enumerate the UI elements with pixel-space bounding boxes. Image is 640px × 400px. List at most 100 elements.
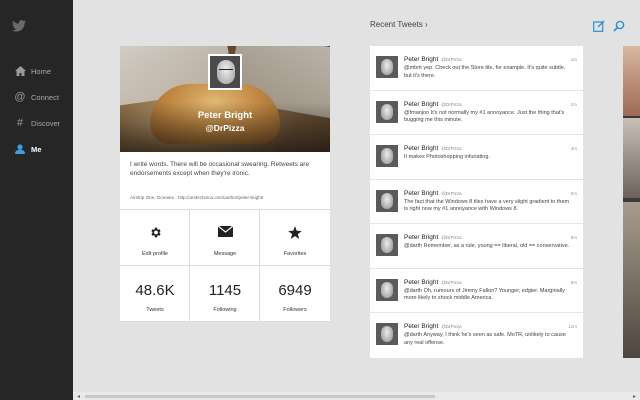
avatar[interactable] <box>208 54 242 90</box>
tweet-text: It makes Photoshopping infuriating. <box>404 154 490 160</box>
at-icon: @ <box>14 91 26 103</box>
sidebar-item-label: Home <box>31 66 52 76</box>
edit-profile-button[interactable]: Edit profile <box>120 210 190 266</box>
stat-label: Following <box>213 307 237 313</box>
tweet-author: Peter Bright @DrPizza <box>404 234 462 241</box>
stat-label: Tweets <box>146 307 164 313</box>
stat-value: 6949 <box>278 282 312 299</box>
envelope-icon <box>190 226 260 237</box>
top-actions <box>593 20 625 32</box>
tweet-author: Peter Bright @DrPizza <box>404 323 462 330</box>
tweet-author-handle: @DrPizza <box>441 101 462 107</box>
tweet-item[interactable]: Peter Bright @DrPizza 5m The fact that th… <box>370 180 583 224</box>
tweet-time: 4m <box>570 146 577 151</box>
tweet-author-handle: @DrPizza <box>441 324 462 329</box>
tweet-time: 1m <box>570 57 577 62</box>
sidebar-item-discover[interactable]: # Discover <box>0 110 73 136</box>
gear-icon <box>120 226 190 239</box>
tweet-time: 12m <box>568 324 577 329</box>
scroll-right-arrow[interactable]: ▸ <box>633 393 636 400</box>
sidebar-nav: Home @ Connect # Discover Me <box>0 58 73 162</box>
tweet-item[interactable]: Peter Bright @DrPizza 1m @mbrit yep. Chec… <box>370 46 583 91</box>
sidebar-item-connect[interactable]: @ Connect <box>0 84 73 110</box>
tweet-author-name: Peter Bright <box>404 100 439 108</box>
stat-following[interactable]: 1145 Following <box>190 266 260 322</box>
avatar[interactable] <box>376 56 398 78</box>
stat-label: Followers <box>283 307 307 313</box>
tweet-author-name: Peter Bright <box>404 278 439 286</box>
tweet-author: Peter Bright @DrPizza <box>404 145 462 152</box>
recent-tweets-list: Peter Bright @DrPizza 1m @mbrit yep. Chec… <box>370 46 583 358</box>
sidebar: Home @ Connect # Discover Me <box>0 0 73 400</box>
tweet-time: 9m <box>570 279 577 285</box>
profile-banner-image: Peter Bright @DrPizza <box>120 46 330 152</box>
tweet-author-name: Peter Bright <box>404 189 439 197</box>
stat-value: 1145 <box>208 282 242 299</box>
sidebar-item-me[interactable]: Me <box>0 136 73 162</box>
tweet-author: Peter Bright @DrPizza <box>404 190 462 197</box>
avatar[interactable] <box>376 100 398 123</box>
tweet-text: @darth Remember, as a rule, young == lib… <box>404 243 570 249</box>
profile-handle: @DrPizza <box>205 123 245 133</box>
tweet-text: @fmanjoo It's not normally my #1 annoyan… <box>404 109 565 124</box>
tweet-item[interactable]: Peter Bright @DrPizza 2m @fmanjoo It's no… <box>370 91 583 135</box>
tweet-author-handle: @DrPizza <box>441 279 462 285</box>
tweet-item[interactable]: Peter Bright @DrPizza 4m It makes Photosh… <box>370 135 583 180</box>
tweet-author: Peter Bright @DrPizza <box>404 279 462 286</box>
tweet-author-name: Peter Bright <box>404 234 439 241</box>
tweet-author-handle: @DrPizza <box>441 190 462 196</box>
avatar[interactable] <box>376 323 398 345</box>
sidebar-item-label: Connect <box>31 92 59 102</box>
tweet-author-handle: @DrPizza <box>441 235 462 240</box>
tweet-time: 5m <box>570 190 577 196</box>
tweet-author-handle: @DrPizza <box>441 57 462 62</box>
action-label: Edit profile <box>142 251 168 257</box>
scrollbar-thumb[interactable] <box>85 395 435 398</box>
tweet-author-handle: @DrPizza <box>441 146 462 151</box>
tweet-item[interactable]: Peter Bright @DrPizza 8m @darth Remember,… <box>370 224 583 269</box>
horizontal-scrollbar[interactable]: ◂ ▸ <box>73 392 640 400</box>
scroll-left-arrow[interactable]: ◂ <box>77 393 80 400</box>
tweet-text: @mbrit yep. Check out the Store tile, fo… <box>404 65 566 79</box>
action-label: Favorites <box>283 251 307 257</box>
tweet-author: Peter Bright @DrPizza <box>404 56 462 63</box>
tweet-item[interactable]: Peter Bright @DrPizza 12m @darth Anyway, … <box>370 313 583 358</box>
avatar[interactable] <box>376 234 398 256</box>
profile-actions-grid: Edit profile Message Favorites 48.6K Twe… <box>120 209 330 322</box>
twitter-bird-icon[interactable] <box>12 20 26 32</box>
tweet-author: Peter Bright @DrPizza <box>404 101 462 108</box>
tweet-item[interactable]: Peter Bright @DrPizza 9m @darth Oh, rumou… <box>370 269 583 313</box>
home-icon <box>14 65 26 77</box>
profile-bio: I write words. There will be occasional … <box>130 161 310 177</box>
tweet-time: 2m <box>570 101 577 107</box>
stat-tweets[interactable]: 48.6K Tweets <box>120 266 190 322</box>
tweet-time: 8m <box>570 235 577 240</box>
sidebar-item-label: Discover <box>31 118 61 128</box>
message-button[interactable]: Message <box>190 210 260 266</box>
avatar[interactable] <box>376 189 398 212</box>
person-icon <box>14 143 26 155</box>
star-icon <box>260 226 330 239</box>
profile-card: Peter Bright @DrPizza I write words. The… <box>120 46 330 322</box>
profile-name: Peter Bright <box>197 110 253 121</box>
recent-tweets-header[interactable]: Recent Tweets › <box>370 20 428 29</box>
tweet-author-name: Peter Bright <box>404 56 439 63</box>
compose-icon[interactable] <box>593 20 605 32</box>
sidebar-item-home[interactable]: Home <box>0 58 73 84</box>
favorites-button[interactable]: Favorites <box>260 210 330 266</box>
hash-icon: # <box>16 117 24 129</box>
stat-value: 48.6K <box>135 282 175 299</box>
search-icon[interactable] <box>613 20 625 32</box>
profile-location-url[interactable]: Airstrip One, Oceania · http://arstechni… <box>130 195 322 200</box>
avatar[interactable] <box>376 145 398 167</box>
tweet-text: @darth Anyway, I think he's seen as safe… <box>404 332 566 346</box>
stat-followers[interactable]: 6949 Followers <box>260 266 330 322</box>
tweet-author-name: Peter Bright <box>404 145 439 152</box>
tweet-text: @darth Oh, rumours of Jimmy Fallon? Youn… <box>404 287 565 302</box>
avatar[interactable] <box>376 278 398 301</box>
action-label: Message <box>213 251 237 257</box>
next-panel-photos[interactable] <box>623 46 640 358</box>
tweet-text: The fact that the Windows 8 tiles have a… <box>404 198 570 213</box>
sidebar-item-label: Me <box>31 144 42 154</box>
tweet-author-name: Peter Bright <box>404 323 439 330</box>
